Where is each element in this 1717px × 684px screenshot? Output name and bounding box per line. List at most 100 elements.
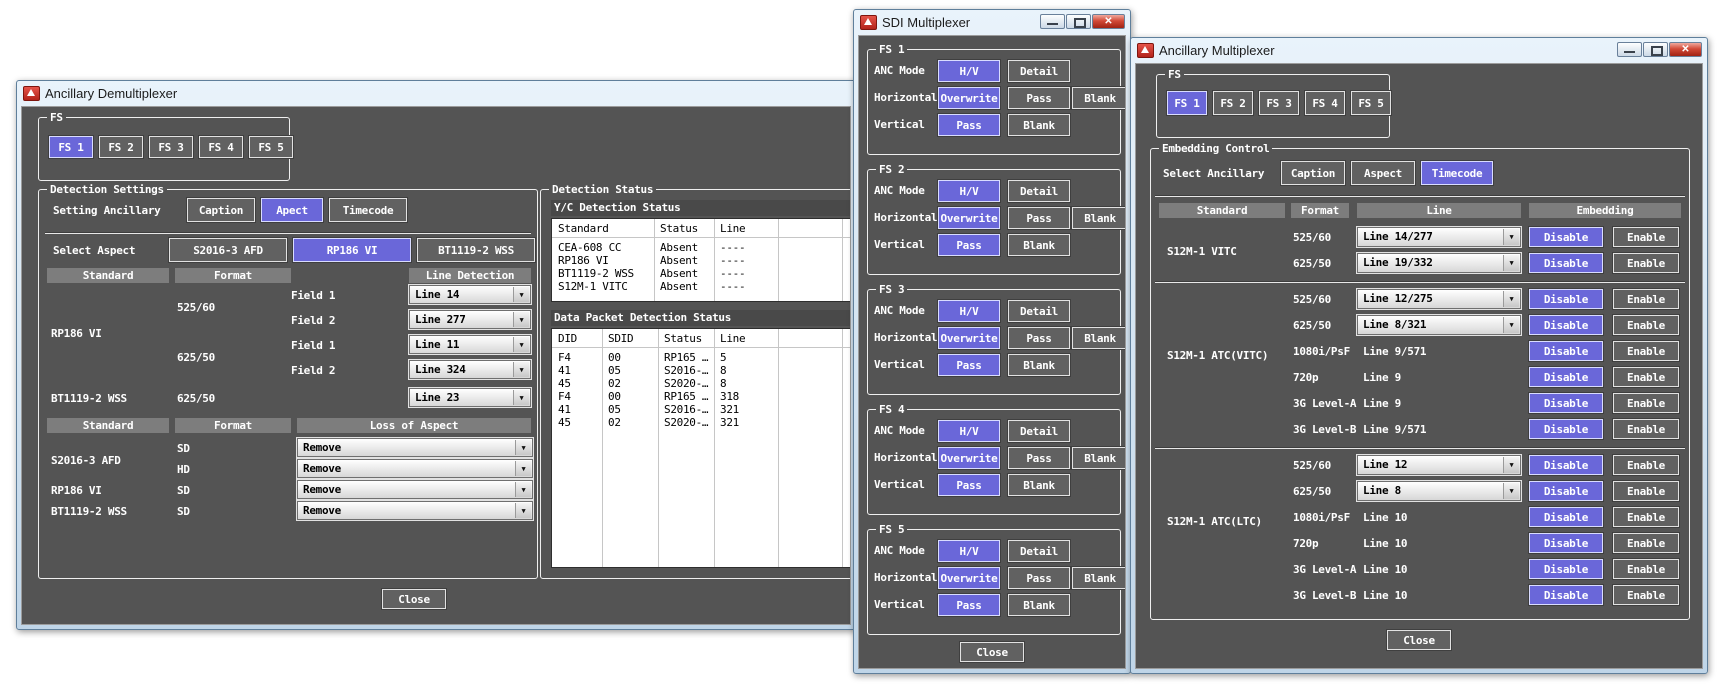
fs3-button[interactable]: FS 3 — [1259, 91, 1299, 115]
horizontal-overwrite-button[interactable]: Overwrite — [938, 87, 1000, 109]
enable-button[interactable]: Enable — [1613, 289, 1679, 309]
enable-button[interactable]: Enable — [1613, 533, 1679, 553]
loss-of-aspect-dropdown-afd-hd[interactable]: Remove — [297, 459, 533, 478]
disable-button[interactable]: Disable — [1529, 419, 1603, 439]
fs1-button[interactable]: FS 1 — [1167, 91, 1207, 115]
enable-button[interactable]: Enable — [1613, 253, 1679, 273]
caption-button[interactable]: Caption — [187, 198, 255, 222]
bt1119-2-wss-button[interactable]: BT1119-2 WSS — [417, 238, 535, 262]
anc-mode-detail-button[interactable]: Detail — [1008, 60, 1070, 82]
enable-button[interactable]: Enable — [1613, 559, 1679, 579]
s2016-3-afd-button[interactable]: S2016-3 AFD — [169, 238, 287, 262]
enable-button[interactable]: Enable — [1613, 481, 1679, 501]
line-dropdown[interactable]: Line 19/332 — [1357, 253, 1521, 273]
horizontal-overwrite-button[interactable]: Overwrite — [938, 327, 1000, 349]
timecode-button[interactable]: Timecode — [329, 198, 407, 222]
horizontal-blank-button[interactable]: Blank — [1072, 207, 1126, 229]
anc-mode-detail-button[interactable]: Detail — [1008, 540, 1070, 562]
fs2-button[interactable]: FS 2 — [99, 136, 143, 158]
vertical-blank-button[interactable]: Blank — [1008, 234, 1070, 256]
fs5-button[interactable]: FS 5 — [1351, 91, 1391, 115]
enable-button[interactable]: Enable — [1613, 341, 1679, 361]
close-icon[interactable] — [1669, 42, 1702, 57]
enable-button[interactable]: Enable — [1613, 585, 1679, 605]
minimize-icon[interactable] — [1040, 14, 1065, 29]
disable-button[interactable]: Disable — [1529, 481, 1603, 501]
horizontal-overwrite-button[interactable]: Overwrite — [938, 207, 1000, 229]
line-detection-dropdown-525-f1[interactable]: Line 14 — [409, 285, 531, 304]
anc-mode-detail-button[interactable]: Detail — [1008, 180, 1070, 202]
horizontal-pass-button[interactable]: Pass — [1008, 567, 1070, 589]
enable-button[interactable]: Enable — [1613, 315, 1679, 335]
horizontal-pass-button[interactable]: Pass — [1008, 327, 1070, 349]
line-dropdown[interactable]: Line 8/321 — [1357, 315, 1521, 335]
horizontal-pass-button[interactable]: Pass — [1008, 207, 1070, 229]
enable-button[interactable]: Enable — [1613, 367, 1679, 387]
horizontal-pass-button[interactable]: Pass — [1008, 447, 1070, 469]
disable-button[interactable]: Disable — [1529, 393, 1603, 413]
enable-button[interactable]: Enable — [1613, 507, 1679, 527]
apect-button[interactable]: Apect — [261, 198, 323, 222]
disable-button[interactable]: Disable — [1529, 289, 1603, 309]
maximize-icon[interactable] — [1066, 14, 1091, 29]
vertical-pass-button[interactable]: Pass — [938, 234, 1000, 256]
caption-button[interactable]: Caption — [1281, 161, 1345, 185]
line-detection-dropdown-525-f2[interactable]: Line 277 — [409, 310, 531, 329]
line-detection-dropdown-wss[interactable]: Line 23 — [409, 388, 531, 407]
enable-button[interactable]: Enable — [1613, 455, 1679, 475]
disable-button[interactable]: Disable — [1529, 455, 1603, 475]
fs3-button[interactable]: FS 3 — [149, 136, 193, 158]
anc-mode-detail-button[interactable]: Detail — [1008, 420, 1070, 442]
anc-mode-hv-button[interactable]: H/V — [938, 60, 1000, 82]
loss-of-aspect-dropdown-rp186-sd[interactable]: Remove — [297, 480, 533, 499]
horizontal-blank-button[interactable]: Blank — [1072, 567, 1126, 589]
fs5-button[interactable]: FS 5 — [249, 136, 293, 158]
fs2-button[interactable]: FS 2 — [1213, 91, 1253, 115]
disable-button[interactable]: Disable — [1529, 585, 1603, 605]
aspect-button[interactable]: Aspect — [1351, 161, 1415, 185]
close-button[interactable]: Close — [960, 642, 1024, 662]
titlebar[interactable]: Ancillary Demultiplexer — [17, 81, 855, 106]
rp186-vi-button[interactable]: RP186 VI — [293, 238, 411, 262]
disable-button[interactable]: Disable — [1529, 315, 1603, 335]
vertical-pass-button[interactable]: Pass — [938, 474, 1000, 496]
fs4-button[interactable]: FS 4 — [1305, 91, 1345, 115]
horizontal-overwrite-button[interactable]: Overwrite — [938, 567, 1000, 589]
maximize-icon[interactable] — [1643, 42, 1668, 57]
disable-button[interactable]: Disable — [1529, 533, 1603, 553]
horizontal-blank-button[interactable]: Blank — [1072, 87, 1126, 109]
line-detection-dropdown-625-f1[interactable]: Line 11 — [409, 335, 531, 354]
line-dropdown[interactable]: Line 12/275 — [1357, 289, 1521, 309]
disable-button[interactable]: Disable — [1529, 367, 1603, 387]
horizontal-blank-button[interactable]: Blank — [1072, 447, 1126, 469]
vertical-blank-button[interactable]: Blank — [1008, 474, 1070, 496]
anc-mode-hv-button[interactable]: H/V — [938, 540, 1000, 562]
titlebar[interactable]: SDI Multiplexer — [854, 10, 1130, 35]
loss-of-aspect-dropdown-afd-sd[interactable]: Remove — [297, 438, 533, 457]
disable-button[interactable]: Disable — [1529, 227, 1603, 247]
fs4-button[interactable]: FS 4 — [199, 136, 243, 158]
line-dropdown[interactable]: Line 12 — [1357, 455, 1521, 475]
disable-button[interactable]: Disable — [1529, 341, 1603, 361]
anc-mode-hv-button[interactable]: H/V — [938, 180, 1000, 202]
line-detection-dropdown-625-f2[interactable]: Line 324 — [409, 360, 531, 379]
enable-button[interactable]: Enable — [1613, 419, 1679, 439]
horizontal-blank-button[interactable]: Blank — [1072, 327, 1126, 349]
timecode-button[interactable]: Timecode — [1421, 161, 1493, 185]
line-dropdown[interactable]: Line 14/277 — [1357, 227, 1521, 247]
loss-of-aspect-dropdown-bt1119-sd[interactable]: Remove — [297, 501, 533, 520]
fs1-button[interactable]: FS 1 — [49, 136, 93, 158]
titlebar[interactable]: Ancillary Multiplexer — [1131, 38, 1707, 63]
close-button[interactable]: Close — [382, 589, 446, 609]
anc-mode-hv-button[interactable]: H/V — [938, 420, 1000, 442]
horizontal-pass-button[interactable]: Pass — [1008, 87, 1070, 109]
anc-mode-hv-button[interactable]: H/V — [938, 300, 1000, 322]
close-button[interactable]: Close — [1387, 630, 1451, 650]
enable-button[interactable]: Enable — [1613, 227, 1679, 247]
disable-button[interactable]: Disable — [1529, 507, 1603, 527]
vertical-pass-button[interactable]: Pass — [938, 354, 1000, 376]
vertical-blank-button[interactable]: Blank — [1008, 114, 1070, 136]
minimize-icon[interactable] — [1617, 42, 1642, 57]
vertical-pass-button[interactable]: Pass — [938, 114, 1000, 136]
vertical-blank-button[interactable]: Blank — [1008, 594, 1070, 616]
